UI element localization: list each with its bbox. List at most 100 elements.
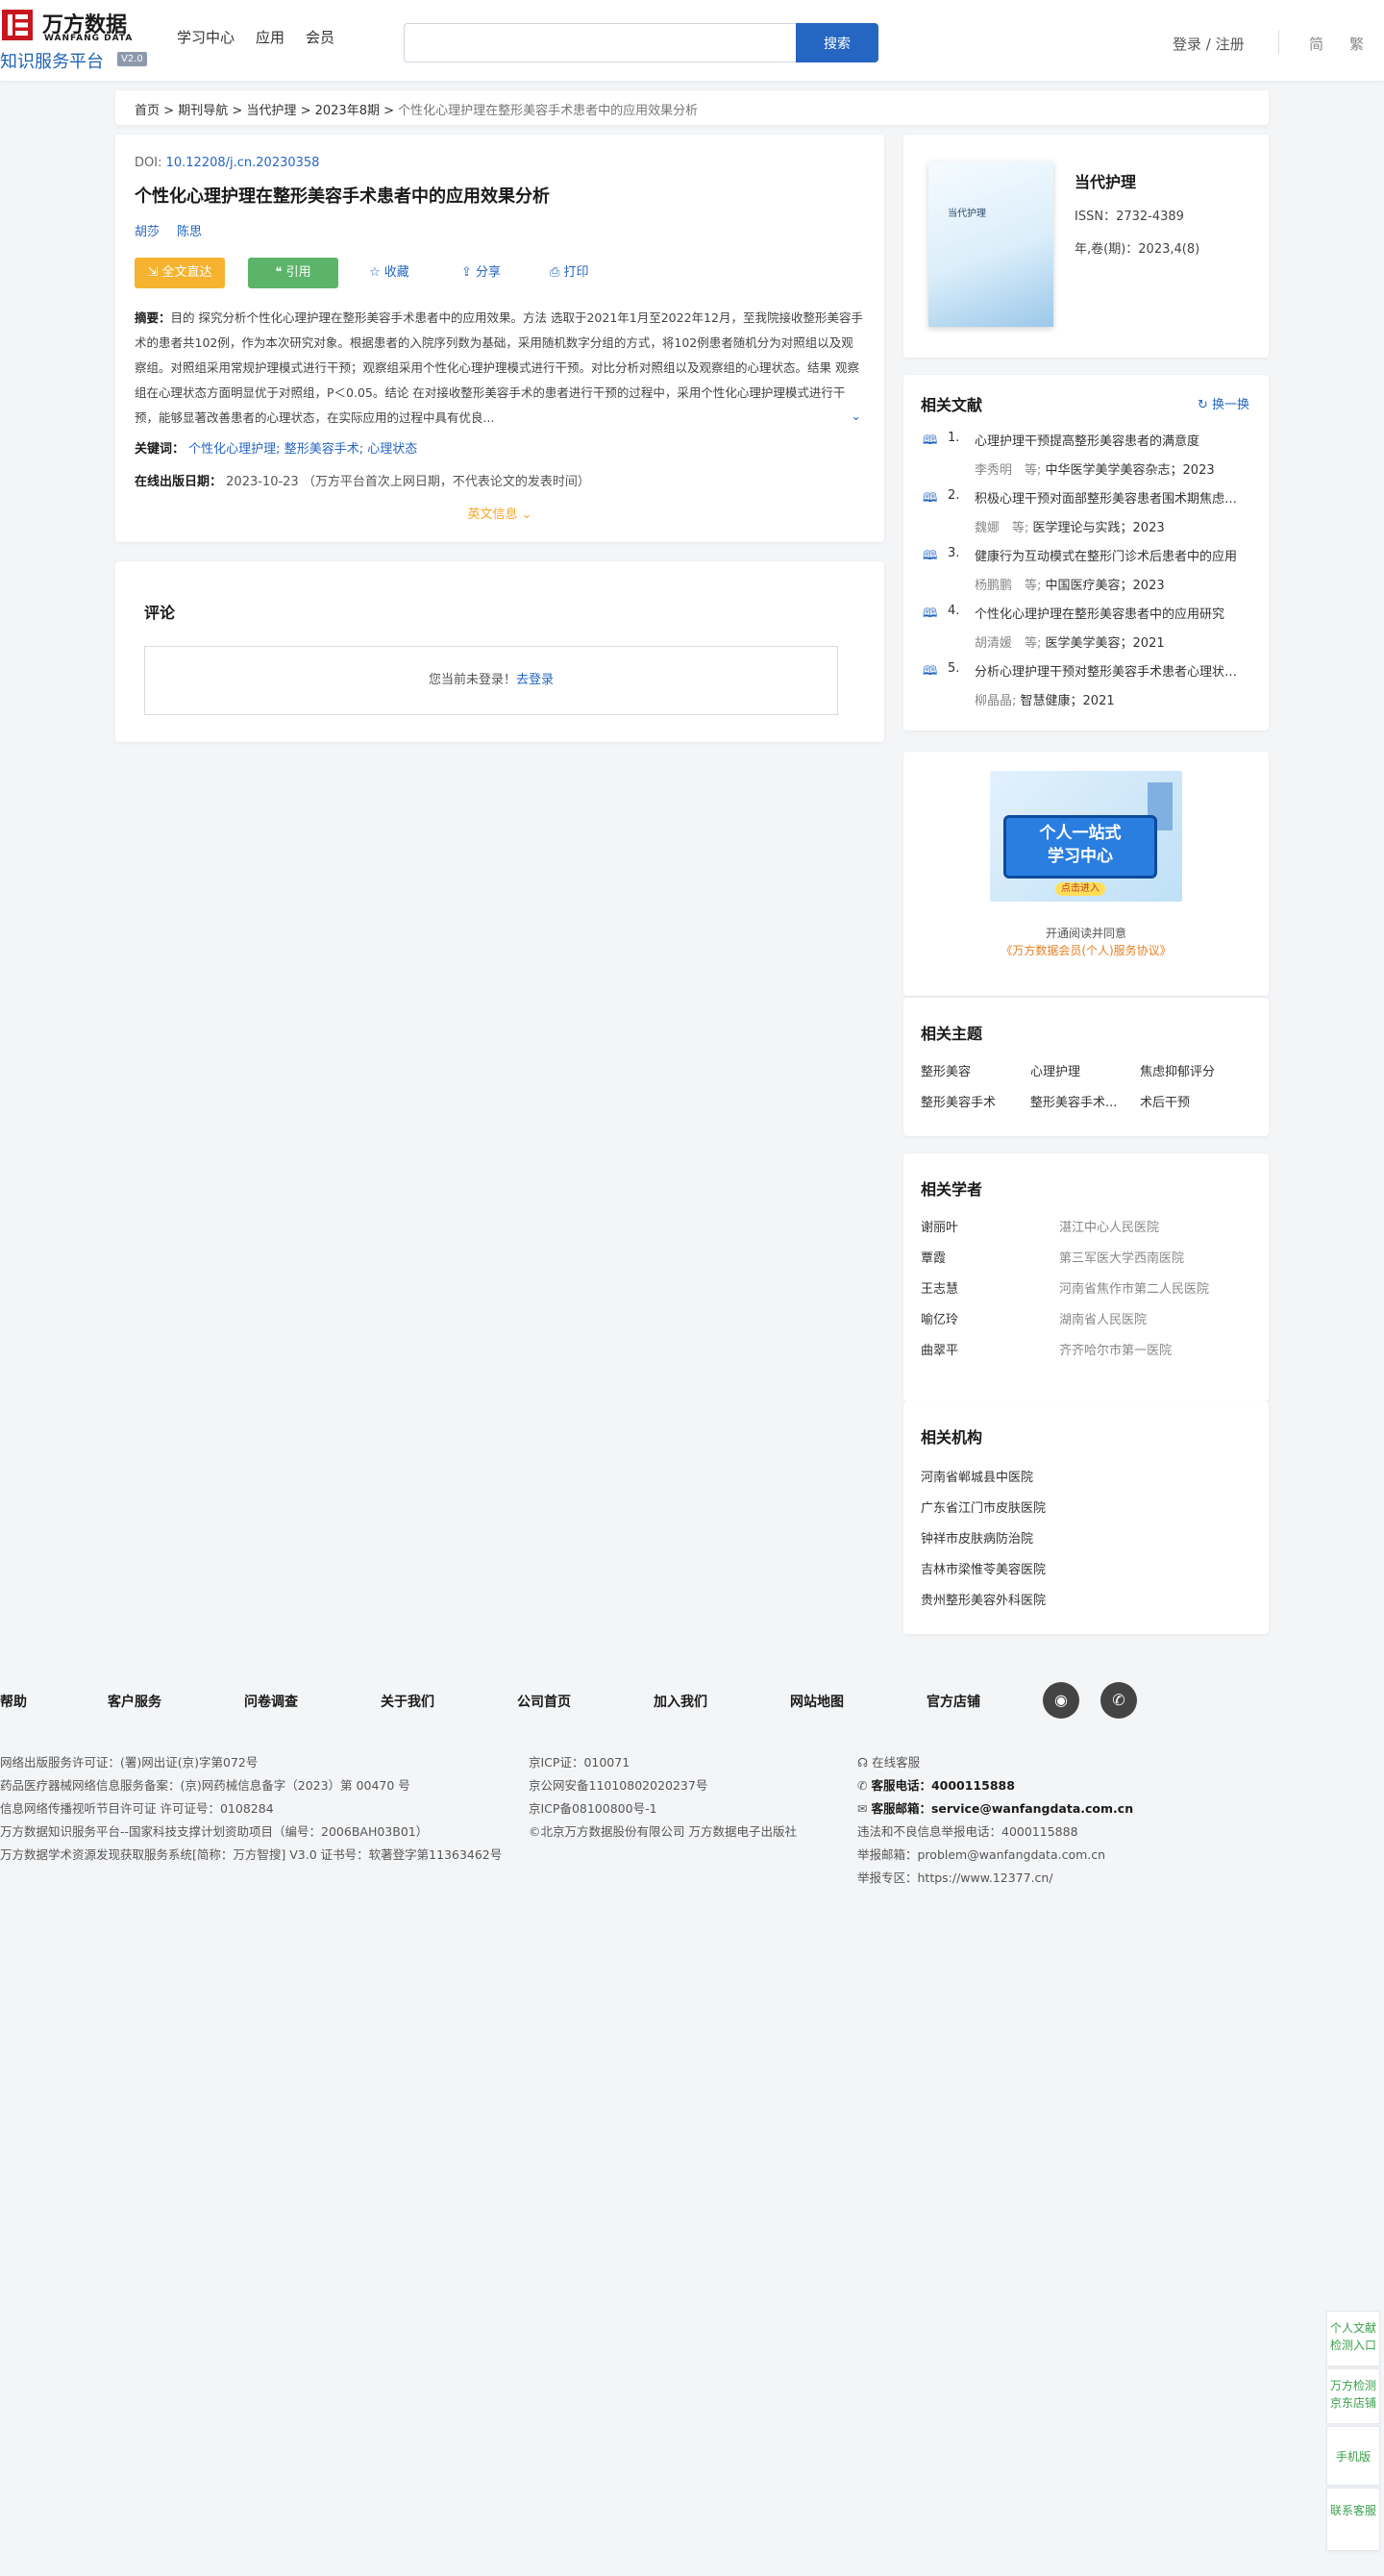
- institution-link[interactable]: 钟祥市皮肤病防治院: [921, 1528, 1033, 1547]
- footer-survey[interactable]: 问卷调查: [244, 1692, 298, 1711]
- related-doc-item[interactable]: 🕮 2. 积极心理干预对面部整形美容患者围术期焦虑的影响 魏娜 等; 医学理论与…: [923, 488, 1249, 546]
- footer-official-store[interactable]: 官方店铺: [927, 1692, 980, 1711]
- lang-simplified[interactable]: 简: [1309, 34, 1323, 54]
- refresh-button[interactable]: ↻ 换一换: [1198, 394, 1249, 412]
- institution-link[interactable]: 吉林市梁惟苓美容医院: [921, 1559, 1046, 1577]
- share-label: 分享: [476, 265, 502, 280]
- author-link[interactable]: 陈思: [177, 221, 202, 239]
- weibo-icon[interactable]: ◉: [1043, 1682, 1079, 1719]
- print-button[interactable]: ⎙ 打印: [550, 258, 589, 288]
- breadcrumb-journal[interactable]: 当代护理: [246, 104, 296, 118]
- book-icon: 🕮: [923, 664, 938, 679]
- comment-login-link[interactable]: 去登录: [516, 673, 554, 687]
- icp-line: 京公网安备11010802020237号: [529, 1778, 708, 1793]
- wechat-icon[interactable]: ✆: [1100, 1682, 1137, 1719]
- keyword-link[interactable]: 心理状态: [367, 442, 417, 457]
- logo-text-en: WANFANG DATA: [44, 34, 134, 43]
- side-jd-store[interactable]: 万方检测京东店铺: [1326, 2368, 1380, 2424]
- search-input[interactable]: [404, 23, 796, 62]
- related-doc-item[interactable]: 🕮 3. 健康行为互动模式在整形门诊术后患者中的应用 杨鹏鹏 等; 中国医疗美容…: [923, 546, 1249, 604]
- institution-link[interactable]: 广东省江门市皮肤医院: [921, 1498, 1046, 1516]
- footer-about[interactable]: 关于我们: [381, 1692, 434, 1711]
- footer-company-home[interactable]: 公司首页: [517, 1692, 571, 1711]
- side-contact-service[interactable]: 联系客服: [1326, 2488, 1380, 2551]
- item-number: 1.: [948, 431, 960, 445]
- license-line: 信息网络传播视听节目许可证 许可证号：0108284: [0, 1801, 274, 1816]
- scholar-name[interactable]: 喻亿玲: [921, 1309, 958, 1327]
- lang-traditional[interactable]: 繁: [1349, 34, 1364, 54]
- related-topics-panel: 相关主题 整形美容 心理护理 焦虑抑郁评分 整形美容手术 整形美容手术... 术…: [903, 998, 1269, 1136]
- topic-link[interactable]: 术后干预: [1140, 1092, 1190, 1110]
- side-mobile[interactable]: 手机版: [1326, 2426, 1380, 2486]
- chevron-down-icon: ⌄: [521, 508, 532, 522]
- scholar-name[interactable]: 王志慧: [921, 1278, 958, 1297]
- promo-line1: 个人一站式: [1039, 824, 1122, 843]
- related-doc-title[interactable]: 健康行为互动模式在整形门诊术后患者中的应用: [975, 546, 1249, 564]
- scholar-name[interactable]: 覃霞: [921, 1248, 946, 1266]
- nav-learning-center[interactable]: 学习中心: [177, 27, 235, 47]
- nav-membership[interactable]: 会员: [306, 27, 334, 47]
- breadcrumb: 首页 > 期刊导航 > 当代护理 > 2023年8期 > 个性化心理护理在整形美…: [115, 90, 1269, 125]
- report-email: 举报邮箱：problem@wanfangdata.com.cn: [857, 1847, 1106, 1862]
- favorite-button[interactable]: ☆ 收藏: [369, 258, 409, 288]
- topic-link[interactable]: 心理护理: [1030, 1061, 1080, 1079]
- footer-join-us[interactable]: 加入我们: [654, 1692, 707, 1711]
- refresh-label: 换一换: [1211, 398, 1249, 412]
- institution-link[interactable]: 河南省郸城县中医院: [921, 1467, 1033, 1485]
- related-doc-item[interactable]: 🕮 4. 个性化心理护理在整形美容患者中的应用研究 胡清媛 等; 医学美学美容；…: [923, 604, 1249, 661]
- breadcrumb-journal-nav[interactable]: 期刊导航: [178, 104, 228, 118]
- related-doc-title[interactable]: 分析心理护理干预对整形美容手术患者心理状态的影响: [975, 661, 1249, 680]
- topic-link[interactable]: 整形美容手术: [921, 1092, 996, 1110]
- related-doc-source: 医学美学美容；2021: [1045, 636, 1165, 651]
- breadcrumb-issue[interactable]: 2023年8期: [315, 104, 380, 118]
- cite-button[interactable]: ❝ 引用: [248, 258, 338, 288]
- footer-help[interactable]: 帮助: [0, 1692, 27, 1711]
- related-doc-item[interactable]: 🕮 1. 心理护理干预提高整形美容患者的满意度 李秀明 等; 中华医学美学美容杂…: [923, 431, 1249, 488]
- keyword-link[interactable]: 整形美容手术;: [284, 442, 363, 457]
- icp-line: ©北京万方数据股份有限公司 万方数据电子出版社: [529, 1824, 797, 1839]
- book-icon: 🕮: [923, 491, 938, 506]
- footer-sitemap[interactable]: 网站地图: [790, 1692, 844, 1711]
- topic-link[interactable]: 整形美容: [921, 1061, 971, 1079]
- scholar-name[interactable]: 谢丽叶: [921, 1217, 958, 1235]
- email-value: service@wanfangdata.com.cn: [930, 1801, 1134, 1816]
- report-site[interactable]: 举报专区：https://www.12377.cn/: [857, 1867, 1133, 1890]
- related-doc-item[interactable]: 🕮 5. 分析心理护理干预对整形美容手术患者心理状态的影响 柳晶晶; 智慧健康；…: [923, 661, 1249, 719]
- related-doc-title[interactable]: 个性化心理护理在整形美容患者中的应用研究: [975, 604, 1249, 622]
- online-pub-date: 在线出版日期： 2023-10-23 （万方平台首次上网日期，不代表论文的发表时…: [135, 471, 590, 489]
- item-number: 5.: [948, 661, 960, 676]
- topic-link[interactable]: 整形美容手术...: [1030, 1092, 1117, 1110]
- keyword-link[interactable]: 个性化心理护理;: [188, 442, 280, 457]
- phone-value: 4000115888: [930, 1778, 1015, 1793]
- topic-link[interactable]: 焦虑抑郁评分: [1140, 1061, 1215, 1079]
- online-service-link[interactable]: ☊ 在线客服: [857, 1751, 1133, 1774]
- related-institutions-panel: 相关机构 河南省郸城县中医院 广东省江门市皮肤医院 钟祥市皮肤病防治院 吉林市梁…: [903, 1401, 1269, 1634]
- related-doc-title[interactable]: 积极心理干预对面部整形美容患者围术期焦虑的影响: [975, 488, 1249, 507]
- journal-cover[interactable]: 当代护理: [928, 161, 1053, 327]
- footer-contact: ☊ 在线客服 ✆ 客服电话：4000115888 ✉ 客服邮箱：service@…: [857, 1751, 1133, 1890]
- nav-apps[interactable]: 应用: [256, 27, 284, 47]
- share-button[interactable]: ⇪ 分享: [461, 258, 501, 288]
- journal-issn: ISSN：2732-4389: [1075, 210, 1184, 224]
- learning-center-banner[interactable]: 个人一站式 学习中心 点击进入: [990, 771, 1182, 902]
- author-link[interactable]: 胡莎: [135, 221, 160, 239]
- english-info-toggle[interactable]: 英文信息 ⌄: [115, 504, 884, 522]
- related-doc-title[interactable]: 心理护理干预提高整形美容患者的满意度: [975, 431, 1249, 449]
- search-button[interactable]: 搜索: [796, 23, 878, 62]
- footer-licenses: 网络出版服务许可证：(署)网出证(京)字第072号 药品医疗器械网络信息服务备案…: [0, 1751, 502, 1867]
- related-doc-authors: 李秀明 等;: [975, 463, 1042, 478]
- footer-customer-service[interactable]: 客户服务: [108, 1692, 161, 1711]
- journal-name[interactable]: 当代护理: [1075, 169, 1136, 192]
- member-agreement-link[interactable]: 《万方数据会员(个人)服务协议》: [903, 942, 1269, 958]
- expand-abstract-icon[interactable]: ⌄: [847, 404, 861, 429]
- breadcrumb-home[interactable]: 首页: [135, 104, 160, 118]
- doi-link[interactable]: 10.12208/j.cn.20230358: [166, 156, 320, 170]
- side-plagiarism-check[interactable]: 个人文献检测入口: [1326, 2311, 1380, 2366]
- institution-link[interactable]: 贵州整形美容外科医院: [921, 1590, 1046, 1608]
- logo[interactable]: 万方数据 WANFANG DATA 知识服务平台 V2.0: [0, 6, 154, 72]
- login-register-link[interactable]: 登录 / 注册: [1173, 34, 1245, 54]
- scholar-name[interactable]: 曲翠平: [921, 1340, 958, 1358]
- journal-volume: 年,卷(期)：2023,4(8): [1075, 242, 1200, 257]
- promo-cta[interactable]: 点击进入: [1055, 882, 1105, 896]
- fulltext-button[interactable]: ⇲ 全文直达: [135, 258, 225, 288]
